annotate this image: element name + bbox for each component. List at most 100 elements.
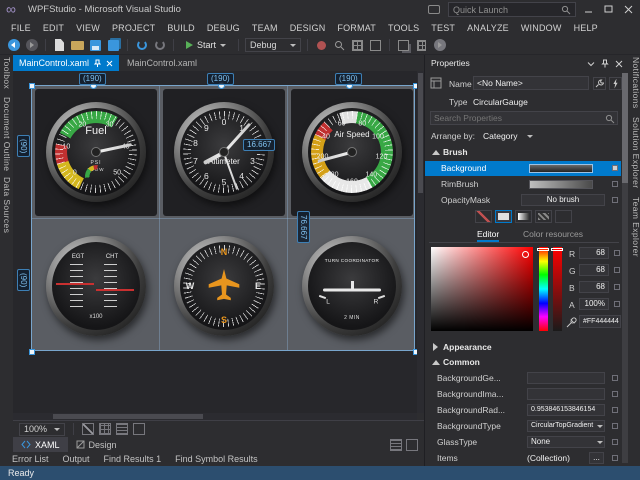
close-icon[interactable]	[615, 60, 623, 68]
design-surface[interactable]: (190) (190) (190) (90) (90) 16.667 76.66…	[13, 71, 417, 413]
tile-brush-tab[interactable]	[535, 210, 552, 223]
tab-error-list[interactable]: Error List	[5, 454, 56, 464]
menu-window[interactable]: WINDOW	[515, 21, 568, 35]
property-marker[interactable]	[612, 197, 618, 203]
document-outline-tab[interactable]: Document Outline	[2, 97, 12, 171]
menu-help[interactable]: HELP	[568, 21, 604, 35]
heading-gauge[interactable]: N E S W	[174, 236, 274, 336]
section-expander-icon[interactable]	[433, 343, 438, 351]
maximize-button[interactable]	[598, 0, 618, 19]
collection-editor-button[interactable]: ...	[589, 452, 604, 464]
a-value[interactable]: 100%	[579, 298, 609, 310]
tab-output[interactable]: Output	[56, 454, 97, 464]
property-marker[interactable]	[612, 455, 618, 461]
selection-handle[interactable]	[29, 83, 35, 89]
property-marker[interactable]	[614, 250, 620, 256]
document-outline-icon[interactable]	[414, 38, 429, 53]
navigate-forward-icon[interactable]	[24, 38, 39, 53]
property-row-opacitymask[interactable]: OpacityMask No brush	[425, 193, 621, 208]
hue-cursor[interactable]	[537, 248, 549, 251]
color-cursor[interactable]	[522, 251, 529, 258]
property-row-backgroundimage[interactable]: BackgroundIma...	[425, 387, 621, 403]
menu-view[interactable]: VIEW	[70, 21, 106, 35]
property-marker[interactable]	[614, 284, 620, 290]
tab-find-results-1[interactable]: Find Results 1	[97, 454, 169, 464]
property-marker[interactable]	[612, 181, 618, 187]
data-sources-tab[interactable]: Data Sources	[2, 177, 12, 233]
options-icon[interactable]	[432, 38, 447, 53]
properties-window-icon[interactable]	[368, 38, 383, 53]
property-marker[interactable]	[612, 391, 618, 397]
menu-tools[interactable]: TOOLS	[382, 21, 425, 35]
property-select[interactable]: None	[527, 436, 605, 448]
opacitymask-value[interactable]: No brush	[521, 194, 605, 206]
scrollbar-thumb[interactable]	[53, 414, 203, 419]
airspeed-gauge[interactable]: Air Speed 40 60 80 100 120 140 160 180 2…	[302, 102, 402, 202]
designer-vertical-scrollbar[interactable]	[417, 71, 424, 413]
arrange-by-select[interactable]: Category	[483, 131, 518, 141]
alpha-slider[interactable]	[553, 247, 562, 331]
property-marker[interactable]	[612, 165, 618, 171]
save-icon[interactable]	[88, 38, 103, 53]
property-row-backgroundgeometry[interactable]: BackgroundGe...	[425, 371, 621, 387]
zoom-select[interactable]: 100%	[19, 423, 65, 436]
compare-icon[interactable]	[396, 38, 411, 53]
tab-editor[interactable]: Editor	[477, 229, 499, 242]
section-brush[interactable]: Brush	[443, 147, 468, 157]
scrollbar-thumb[interactable]	[622, 73, 628, 183]
menu-analyze[interactable]: ANALYZE	[461, 21, 515, 35]
split-view-icon[interactable]	[390, 439, 402, 451]
solution-explorer-tab[interactable]: Solution Explorer	[631, 117, 640, 189]
toolbox-grid-icon[interactable]	[350, 38, 365, 53]
altimeter-gauge[interactable]: 0 1 2 3 4 5 6 7 8 9 Altimeter	[174, 102, 274, 202]
notifications-tab[interactable]: Notifications	[631, 57, 640, 109]
breakpoint-icon[interactable]	[314, 38, 329, 53]
selected-grid-panel[interactable]: Fuel 0 10 20 30 40 50 PSI FLOW 0 1 2 3 4…	[31, 85, 415, 351]
open-file-icon[interactable]	[70, 38, 85, 53]
egt-cht-gauge[interactable]: EGT CHT x100	[46, 236, 146, 336]
menu-design[interactable]: DESIGN	[284, 21, 332, 35]
turn-coordinator-gauge[interactable]: TURN COORDINATOR L R 2 MIN	[302, 236, 402, 336]
menu-debug[interactable]: DEBUG	[201, 21, 246, 35]
g-value[interactable]: 68	[579, 264, 609, 276]
pin-icon[interactable]	[601, 59, 609, 68]
property-row-background[interactable]: Background	[425, 161, 621, 176]
pin-icon[interactable]	[94, 59, 101, 67]
tab-xaml[interactable]: XAML	[13, 437, 68, 452]
hex-color-input[interactable]: #FF444444	[579, 315, 621, 328]
property-value[interactable]: 0.953846153846154	[527, 404, 605, 416]
property-marker[interactable]	[612, 375, 618, 381]
scrollbar-thumb[interactable]	[418, 73, 423, 193]
property-value[interactable]	[527, 388, 605, 400]
selection-handle[interactable]	[29, 349, 35, 355]
property-marker[interactable]	[612, 439, 618, 445]
brush-resource-tab[interactable]	[555, 210, 572, 223]
start-debug-button[interactable]: Start	[180, 38, 232, 52]
undo-icon[interactable]	[134, 38, 149, 53]
minimize-button[interactable]	[578, 0, 598, 19]
find-in-files-icon[interactable]	[332, 38, 347, 53]
feedback-icon[interactable]	[428, 5, 440, 14]
solid-brush-tab[interactable]	[495, 210, 512, 223]
toolbox-tab[interactable]: Toolbox	[2, 57, 12, 89]
saturation-value-box[interactable]	[431, 247, 533, 331]
window-position-icon[interactable]	[587, 60, 595, 68]
solution-configuration-select[interactable]: Debug	[245, 38, 301, 52]
section-common[interactable]: Common	[443, 357, 480, 367]
zoom-fit-icon[interactable]	[82, 423, 94, 435]
property-row-rimbrush[interactable]: RimBrush	[425, 177, 621, 192]
rimbrush-swatch[interactable]	[529, 180, 593, 189]
property-marker[interactable]	[612, 407, 618, 413]
search-properties-input[interactable]	[430, 111, 618, 125]
menu-team[interactable]: TEAM	[246, 21, 284, 35]
tab-maincontrol-xaml-preview[interactable]: MainControl.xaml	[119, 55, 205, 71]
team-explorer-tab[interactable]: Team Explorer	[631, 197, 640, 257]
close-button[interactable]	[618, 0, 638, 19]
quick-launch-input[interactable]: Quick Launch	[448, 2, 576, 17]
new-file-icon[interactable]	[52, 38, 67, 53]
section-appearance[interactable]: Appearance	[443, 342, 492, 352]
section-expander-icon[interactable]	[432, 360, 440, 365]
menu-build[interactable]: BUILD	[161, 21, 201, 35]
redo-icon[interactable]	[152, 38, 167, 53]
events-mode-button[interactable]	[609, 77, 622, 90]
